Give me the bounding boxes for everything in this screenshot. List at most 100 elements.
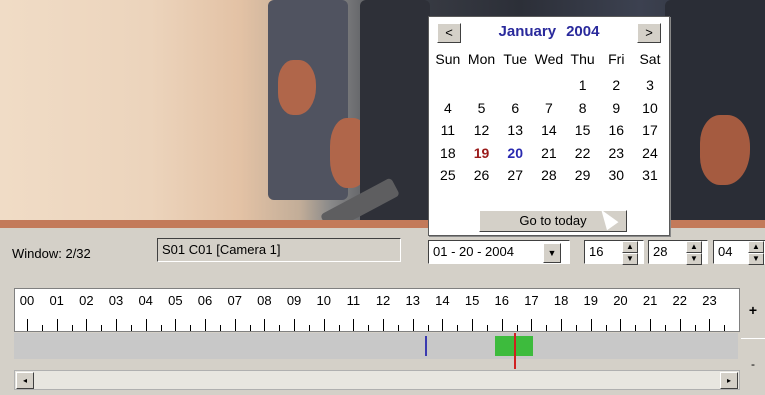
scroll-right-icon[interactable]: ▸ (720, 372, 738, 389)
half-hour-tick (575, 325, 577, 331)
hour-label: 03 (108, 293, 124, 308)
calendar-day[interactable]: 18 (431, 142, 465, 165)
hour-label: 18 (553, 293, 569, 308)
calendar-day[interactable]: 4 (431, 97, 465, 120)
second-down-icon[interactable]: ▼ (748, 253, 764, 265)
calendar-day[interactable]: 21 (532, 142, 566, 165)
calendar-day[interactable]: 24 (633, 142, 667, 165)
half-hour-tick (516, 325, 518, 331)
hour-label: 21 (642, 293, 658, 308)
calendar-day[interactable]: 22 (566, 142, 600, 165)
hour-label: 20 (613, 293, 628, 308)
calendar-day[interactable]: 28 (532, 164, 566, 187)
calendar-day[interactable]: 16 (599, 119, 633, 142)
hour-tick (353, 319, 355, 331)
zoom-in-button[interactable]: + (741, 288, 765, 330)
second-up-icon[interactable]: ▲ (748, 241, 764, 253)
half-hour-tick (41, 325, 43, 331)
minute-spin-buttons[interactable]: ▲ ▼ (686, 241, 702, 265)
half-hour-tick (130, 325, 132, 331)
half-hour-tick (219, 325, 221, 331)
half-hour-tick (664, 325, 666, 331)
hour-up-icon[interactable]: ▲ (622, 241, 638, 253)
hour-label: 14 (435, 293, 450, 308)
half-hour-tick (101, 325, 103, 331)
second-spin-buttons[interactable]: ▲ ▼ (748, 241, 764, 265)
minute-down-icon[interactable]: ▼ (686, 253, 702, 265)
half-hour-tick (338, 325, 340, 331)
next-month-button[interactable]: > (637, 23, 661, 43)
calendar-day[interactable]: 31 (633, 164, 667, 187)
weekday-label: Sat (639, 51, 661, 67)
hour-tick (205, 319, 207, 331)
hour-tick (561, 319, 563, 331)
hour-tick (501, 319, 503, 331)
calendar-day[interactable]: 10 (633, 97, 667, 120)
second-value: 04 (718, 244, 733, 259)
hour-label: 15 (464, 293, 480, 308)
calendar-day[interactable]: 1 (566, 74, 600, 97)
calendar-month: January (498, 23, 557, 40)
calendar-day[interactable]: 26 (465, 164, 499, 187)
hour-tick (650, 319, 652, 331)
hour-tick (620, 319, 622, 331)
calendar-day[interactable]: 17 (633, 119, 667, 142)
previous-month-button[interactable]: < (437, 23, 461, 43)
calendar-week-row: 11 12 13 14 15 16 17 (431, 119, 667, 142)
playhead-marker (514, 333, 517, 369)
video-figure-hand (278, 60, 316, 115)
hour-label: 08 (257, 293, 272, 308)
video-figure (665, 0, 765, 228)
calendar-empty-cell (532, 74, 566, 97)
hour-label: 06 (197, 293, 213, 308)
hour-down-icon[interactable]: ▼ (622, 253, 638, 265)
timeline-scrollbar[interactable]: ◂ ▸ (14, 370, 740, 390)
calendar-day[interactable]: 19 (465, 142, 499, 165)
calendar-day[interactable]: 15 (566, 119, 600, 142)
calendar-day[interactable]: 2 (599, 74, 633, 97)
hour-spin-buttons[interactable]: ▲ ▼ (622, 241, 638, 265)
calendar-day[interactable]: 8 (566, 97, 600, 120)
calendar-day[interactable]: 23 (599, 142, 633, 165)
calendar-day[interactable]: 20 (498, 142, 532, 165)
hour-label: 22 (672, 293, 688, 308)
weekday-header: Sun Mon Tue Wed Thu Fri Sat (431, 51, 667, 67)
half-hour-tick (249, 325, 251, 331)
hour-label: 09 (286, 293, 302, 308)
date-value: 01 - 20 - 2004 (433, 244, 514, 259)
calendar-day[interactable]: 27 (498, 164, 532, 187)
recording-track[interactable] (14, 333, 738, 369)
hour-label: 10 (316, 293, 331, 308)
half-hour-tick (279, 325, 281, 331)
zoom-out-button[interactable]: - (741, 338, 765, 389)
calendar-empty-cell (498, 74, 532, 97)
hour-label: 02 (79, 293, 94, 308)
hour-tick (56, 319, 58, 331)
calendar-day[interactable]: 7 (532, 97, 566, 120)
hour-tick (531, 319, 533, 331)
hour-tick (323, 319, 325, 331)
calendar-day[interactable]: 25 (431, 164, 465, 187)
calendar-day[interactable]: 13 (498, 119, 532, 142)
date-dropdown-button[interactable]: ▼ (543, 243, 561, 263)
video-figure-hand (700, 115, 750, 185)
calendar-empty-cell (465, 74, 499, 97)
minute-value: 28 (653, 244, 668, 259)
calendar-day[interactable]: 5 (465, 97, 499, 120)
calendar-day[interactable]: 9 (599, 97, 633, 120)
calendar-day[interactable]: 3 (633, 74, 667, 97)
calendar-day[interactable]: 11 (431, 119, 465, 142)
calendar-week-row: 18 19 20 21 22 23 24 (431, 142, 667, 165)
half-hour-tick (368, 325, 370, 331)
calendar-day[interactable]: 30 (599, 164, 633, 187)
calendar-day[interactable]: 12 (465, 119, 499, 142)
scroll-left-icon[interactable]: ◂ (16, 372, 34, 389)
calendar-day[interactable]: 29 (566, 164, 600, 187)
hour-tick (234, 319, 236, 331)
timeline-ruler[interactable]: 00 01 02 03 04 05 06 07 08 09 10 11 12 13 14 15 16 17 18 19… (14, 288, 740, 332)
minute-up-icon[interactable]: ▲ (686, 241, 702, 253)
calendar-day[interactable]: 14 (532, 119, 566, 142)
half-hour-tick (397, 325, 399, 331)
calendar-day[interactable]: 6 (498, 97, 532, 120)
weekday-label: Fri (608, 51, 625, 67)
